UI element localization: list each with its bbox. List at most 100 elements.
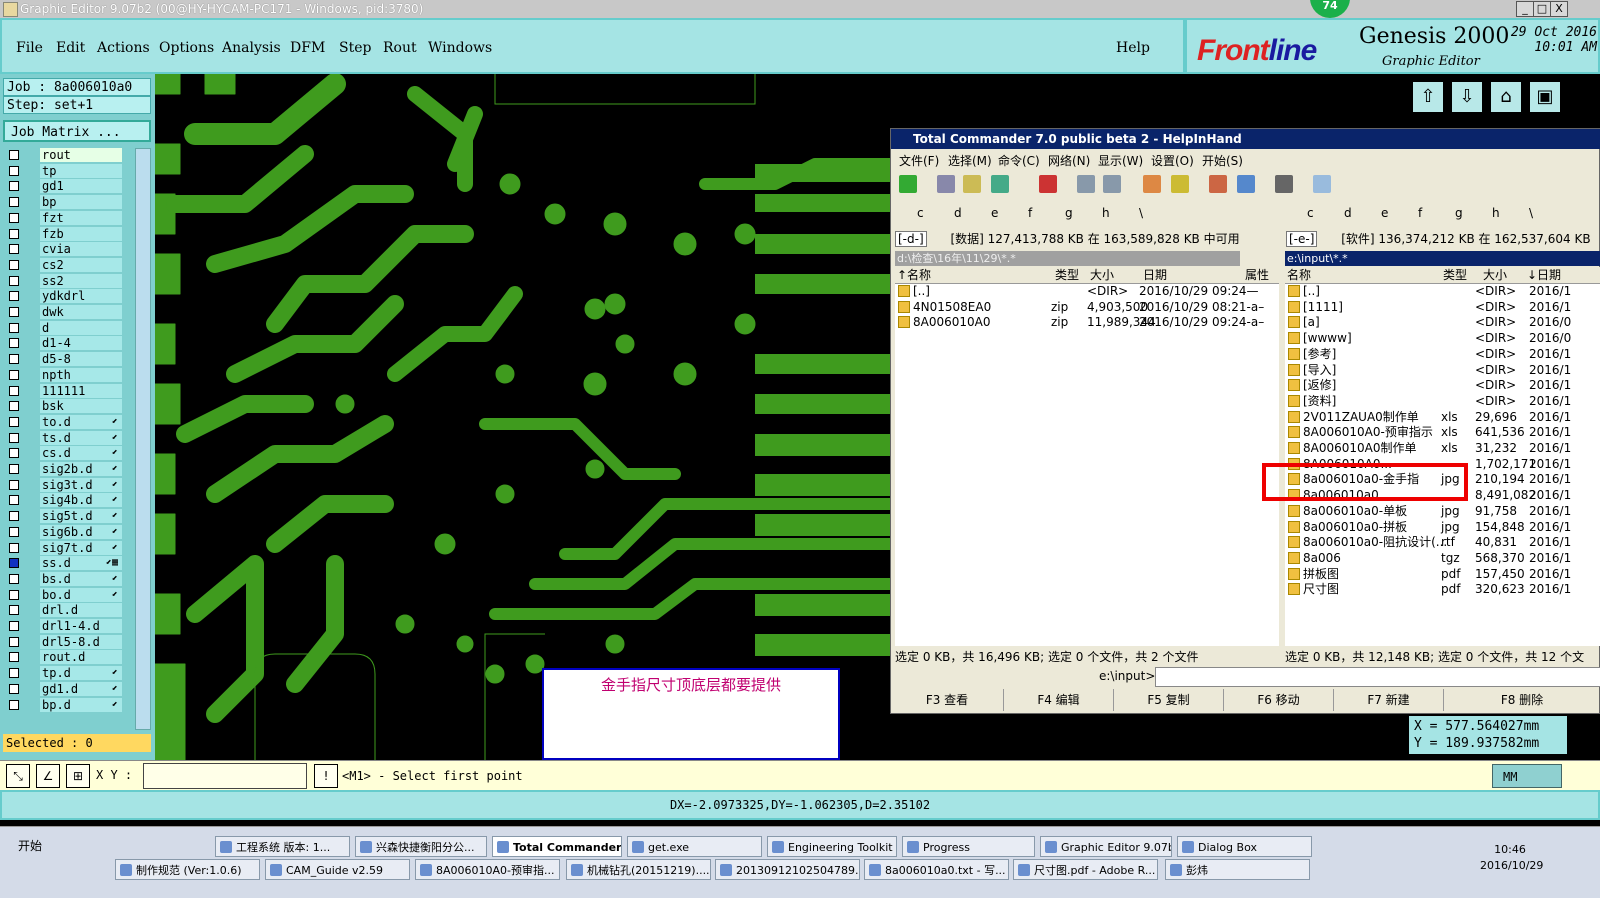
drive-button[interactable]: h [1102,206,1110,220]
layer-name[interactable]: sig2b.d ⬋ [40,462,122,476]
layer-row[interactable]: fzb [4,226,122,242]
layer-name[interactable]: d5-8 [40,352,122,367]
layer-row[interactable]: sig2b.d ⬋ [4,462,122,477]
export-icon[interactable]: ⇧ [1411,80,1445,114]
file-row[interactable]: 8A006010A0制作单 xls 31,232 2016/1 [1285,441,1600,456]
layer-name[interactable]: cvia [40,242,122,257]
layer-checkbox[interactable] [9,354,19,365]
file-row[interactable]: 4N01508EA0 zip 4,903,500 2016/10/29 08:21-a… [895,300,1279,315]
layer-name[interactable]: ts.d ⬋ [40,430,122,445]
layer-checkbox[interactable] [9,668,19,679]
layer-checkbox[interactable] [9,495,19,506]
layer-checkbox[interactable] [9,322,19,333]
drive-button[interactable]: \ [1139,206,1143,220]
measure-icon[interactable]: ∠ [36,764,60,788]
tc-menu-show[interactable]: 显示(W) [1098,152,1143,169]
f5-copy-button[interactable]: F5 复制 [1114,689,1224,711]
layer-name[interactable]: cs2 [40,257,122,272]
layer-name[interactable]: gd1.d ⬋ [40,681,122,696]
menu-file[interactable]: File [16,40,43,56]
layer-row[interactable]: cvia [4,242,122,257]
file-row[interactable]: [1111] <DIR> 2016/1 [1285,300,1600,315]
layer-name[interactable]: ss2 [40,273,122,288]
layer-checkbox[interactable] [9,605,19,616]
layer-row[interactable]: cs.d ⬋ [4,446,122,461]
layer-row[interactable]: drl.d [4,603,122,618]
layer-checkbox[interactable] [9,385,19,396]
layer-checkbox[interactable] [9,401,19,412]
layer-checkbox[interactable] [9,416,19,427]
menu-analysis[interactable]: Analysis [222,40,281,56]
drive-button[interactable]: g [1065,206,1073,220]
layer-row[interactable]: bsk [4,399,122,414]
drive-button[interactable]: g [1455,206,1463,220]
drive-button[interactable]: c [917,206,924,220]
menu-actions[interactable]: Actions [97,40,150,56]
layer-name[interactable]: bp [40,195,122,210]
taskbar-button[interactable]: 彭炜 [1165,859,1310,880]
layer-checkbox[interactable] [9,165,19,176]
taskbar-button[interactable]: get.exe [627,836,762,857]
layer-row[interactable]: sig4b.d ⬋ [4,493,122,508]
layer-checkbox[interactable] [9,432,19,443]
layer-checkbox[interactable] [9,636,19,647]
layer-checkbox[interactable] [9,652,19,663]
layer-checkbox[interactable] [9,511,19,522]
taskbar-button[interactable]: Graphic Editor 9.07b... [1040,836,1172,857]
layer-checkbox[interactable] [9,683,19,694]
layer-row[interactable]: d5-8 [4,352,122,367]
minimize-button[interactable]: _ [1516,1,1534,17]
drive-button[interactable]: f [1418,206,1422,220]
drive-button[interactable]: e [1381,206,1388,220]
layer-checkbox[interactable] [9,244,19,255]
layer-row[interactable]: ts.d ⬋ [4,430,122,446]
layer-row[interactable]: bp.d ⬋ [4,697,122,713]
taskbar-button[interactable]: 工程系统 版本: 1... [215,836,350,857]
layer-name[interactable]: to.d ⬋ [40,414,122,429]
layer-checkbox[interactable] [9,699,19,710]
col-attr[interactable]: 属性 [1245,267,1269,283]
drive-button[interactable]: d [954,206,962,220]
layer-row[interactable]: npth [4,367,122,383]
system-clock[interactable]: 10:46 2016/10/29 [1480,842,1543,874]
taskbar-button[interactable]: 20130912102504789.r... [715,859,860,880]
col-size-r[interactable]: 大小 [1483,267,1507,283]
layer-name[interactable]: npth [40,367,122,382]
back-icon[interactable] [1077,175,1095,193]
right-drive-select[interactable]: [-e-] [1286,231,1318,247]
layer-name[interactable]: rout [40,148,122,162]
unpack-icon[interactable] [1171,175,1189,193]
col-date[interactable]: 日期 [1143,267,1167,283]
menu-dfm[interactable]: DFM [290,40,325,56]
drive-button[interactable]: \ [1529,206,1533,220]
layer-name[interactable]: 111111 [40,383,122,398]
layer-row[interactable]: sig7t.d ⬋ [4,540,122,556]
file-row[interactable]: [a] <DIR> 2016/0 [1285,315,1600,330]
left-drive-select[interactable]: [-d-] [895,231,927,247]
file-row[interactable]: 拼板图 pdf 157,450 2016/1 [1285,567,1600,582]
taskbar-button[interactable]: Engineering Toolkit 9... [767,836,897,857]
layer-checkbox[interactable] [9,558,19,569]
menu-help[interactable]: Help [1116,40,1150,56]
drive-button[interactable]: d [1344,206,1352,220]
layer-name[interactable]: d1-4 [40,336,122,351]
home-icon[interactable]: ⌂ [1489,80,1523,114]
taskbar-button[interactable]: 8A006010A0-预审指... [415,859,560,880]
file-row[interactable]: [..] <DIR> 2016/1 [1285,284,1600,299]
close-button[interactable]: X [1550,1,1568,17]
layer-checkbox[interactable] [9,526,19,537]
drive-button[interactable]: c [1307,206,1314,220]
layer-name[interactable]: bp.d ⬋ [40,697,122,712]
file-row[interactable]: [..] <DIR> 2016/10/29 09:24— [895,284,1279,299]
col-name[interactable]: ↑名称 [897,267,931,283]
drive-button[interactable]: e [991,206,998,220]
layer-row[interactable]: to.d ⬋ [4,414,122,430]
layer-checkbox[interactable] [9,464,19,474]
taskbar-button[interactable]: Dialog Box [1177,836,1312,857]
refresh-icon[interactable] [899,175,917,193]
start-button[interactable]: 开始 [2,836,50,856]
layer-checkbox[interactable] [9,181,19,192]
layer-name[interactable]: tp [40,163,122,178]
layer-row[interactable]: drl5-8.d [4,634,122,650]
layer-row[interactable]: bo.d ⬋ [4,587,122,603]
